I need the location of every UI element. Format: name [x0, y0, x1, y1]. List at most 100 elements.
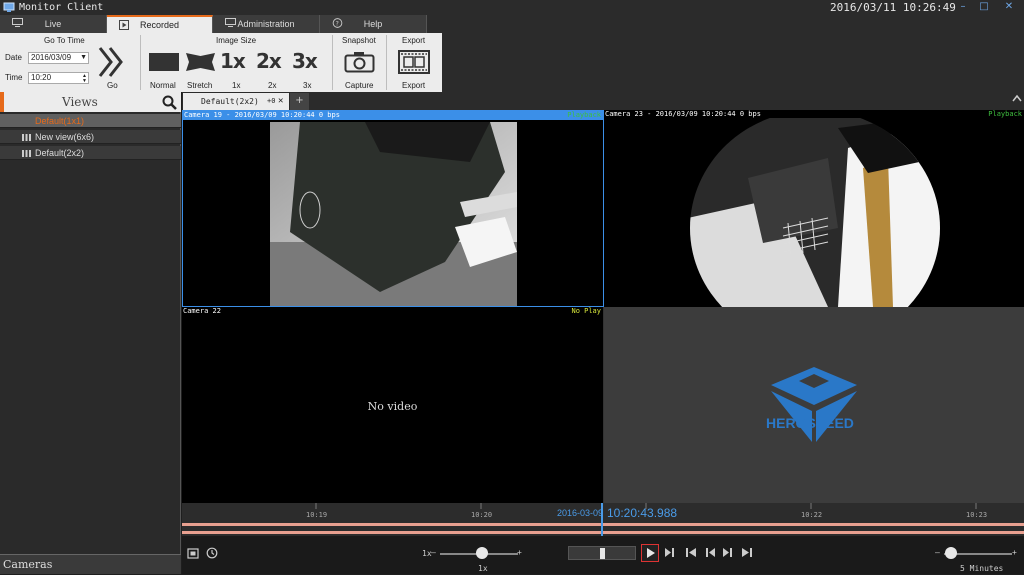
go-to-time-title: Go To Time — [44, 36, 85, 45]
jog-shuttle-thumb[interactable] — [600, 548, 605, 559]
chevron-down-icon: ▼ — [80, 54, 87, 61]
skip-to-start-icon[interactable] — [686, 548, 696, 557]
play-button[interactable] — [641, 544, 659, 562]
minimize-button[interactable]: – — [956, 1, 970, 13]
playhead[interactable] — [601, 503, 603, 536]
timeline-tick-label: 10:19 — [306, 511, 328, 519]
toolbar-divider — [332, 35, 333, 90]
next-segment-icon[interactable] — [723, 548, 732, 557]
timeline[interactable]: 10:19 10:20 10:22 10:23 2016-03-09 10:20… — [182, 503, 1024, 536]
view-tab-count: +0 — [267, 97, 276, 105]
capture-button[interactable]: Capture — [345, 81, 373, 90]
camera-icon[interactable] — [344, 51, 375, 73]
pane-label: Camera 22 — [183, 307, 221, 315]
current-date-label: 2016-03-09 — [557, 508, 604, 518]
cameras-header[interactable]: Cameras — [0, 554, 181, 574]
close-tab-icon[interactable]: ✕ — [278, 93, 283, 110]
camera-19-feed — [270, 122, 517, 306]
search-icon[interactable] — [162, 95, 177, 110]
film-strip-icon[interactable] — [398, 50, 430, 74]
tab-help[interactable]: ? Help — [320, 15, 427, 33]
jog-shuttle[interactable] — [568, 546, 636, 560]
camera-23-fisheye-feed — [690, 118, 940, 307]
views-title: Views — [62, 95, 98, 109]
tab-recorded[interactable]: Recorded — [107, 15, 213, 33]
date-picker[interactable]: 2016/03/09 ▼ — [28, 52, 89, 64]
video-pane-camera-23[interactable]: Camera 23 - 2016/03/09 10:20:44 0 bps Pl… — [604, 110, 1024, 307]
timeline-zoom-label: 5 Minutes — [960, 564, 1004, 573]
zoom-1x-icon[interactable]: 1x — [220, 49, 246, 73]
stretch-size-icon[interactable] — [185, 52, 216, 72]
next-frame-icon[interactable] — [665, 548, 674, 557]
system-clock: 2016/03/11 10:26:49 — [830, 1, 956, 14]
tab-help-label: Help — [363, 19, 383, 29]
app-title: Monitor Client — [19, 2, 104, 13]
pane-label: Camera 19 - 2016/03/09 10:20:44 0 bps — [184, 111, 340, 119]
image-size-title: Image Size — [216, 36, 257, 45]
stretch-size-button[interactable]: Stretch — [187, 81, 212, 90]
go-chevrons-icon[interactable] — [97, 46, 127, 78]
view-item-label: New view(6x6) — [35, 132, 95, 142]
speed-increase-button[interactable]: + — [517, 548, 522, 557]
zoom-3x-icon[interactable]: 3x — [292, 49, 318, 73]
add-tab-button[interactable]: + — [290, 93, 309, 110]
normal-size-icon[interactable] — [149, 53, 179, 71]
skip-to-end-icon[interactable] — [742, 548, 752, 557]
go-button-label[interactable]: Go — [107, 81, 118, 90]
maximize-button[interactable]: □ — [977, 1, 991, 13]
zoom-slider-thumb[interactable] — [945, 547, 957, 559]
video-pane-camera-19[interactable]: Camera 19 - 2016/03/09 10:20:44 0 bps Pl… — [182, 110, 604, 307]
app-logo-icon — [3, 2, 15, 12]
view-tab-bar: Default(2x2) +0 ✕ + — [182, 92, 1024, 110]
left-panel: Views Default(1x1) New view(6x6) Default… — [0, 92, 181, 574]
zoom-3x-button[interactable]: 3x — [303, 81, 311, 90]
toolbar-divider — [386, 35, 387, 90]
question-icon: ? — [332, 18, 343, 28]
grid-icon — [22, 134, 31, 141]
display-icon — [225, 18, 236, 27]
playback-controls: 1x – + 1x – + 5 Minutes — [182, 536, 1024, 574]
normal-size-button[interactable]: Normal — [150, 81, 176, 90]
monitor-icon — [12, 18, 23, 27]
export-button[interactable]: Export — [402, 81, 425, 90]
main-tab-bar: Live Recorded Administration ? Help — [0, 15, 1024, 33]
speed-decrease-button[interactable]: – — [431, 548, 436, 557]
tab-live[interactable]: Live — [0, 15, 107, 33]
zoom-in-button[interactable]: + — [1012, 548, 1017, 557]
time-value: 10:20 — [31, 73, 52, 82]
pane-label: Camera 23 - 2016/03/09 10:20:44 0 bps — [605, 110, 761, 118]
svg-text:?: ? — [336, 21, 339, 28]
view-item-default-2x2[interactable]: Default(2x2) — [0, 146, 181, 160]
toolbar-ribbon: Go To Time Date 2016/03/09 ▼ Time 10:20 … — [0, 33, 442, 92]
tab-administration-label: Administration — [237, 19, 295, 29]
view-item-new-view-6x6[interactable]: New view(6x6) — [0, 130, 181, 144]
zoom-2x-icon[interactable]: 2x — [256, 49, 282, 73]
close-button[interactable]: ✕ — [1002, 1, 1016, 13]
previous-segment-icon[interactable] — [706, 548, 715, 557]
view-item-label: Default(2x2) — [35, 148, 85, 158]
chevron-up-icon[interactable] — [1012, 94, 1022, 102]
video-pane-camera-22[interactable]: Camera 22 No Play No video — [182, 307, 604, 503]
zoom-2x-button[interactable]: 2x — [268, 81, 276, 90]
tab-administration[interactable]: Administration — [213, 15, 320, 33]
pane-status: No Play — [571, 307, 601, 315]
video-pane-empty[interactable]: HEROSPEED — [604, 307, 1024, 503]
play-icon — [119, 20, 129, 30]
view-tab-label: Default(2x2) — [201, 97, 259, 106]
brand-text: HEROSPEED — [766, 415, 854, 431]
view-tab-default-2x2[interactable]: Default(2x2) +0 ✕ — [183, 93, 289, 110]
zoom-out-button[interactable]: – — [935, 548, 940, 557]
time-spinner[interactable]: 10:20 ▲ ▼ — [28, 72, 89, 84]
toolbar-empty-area — [442, 33, 1024, 92]
spinner-arrows-icon: ▲ ▼ — [82, 73, 87, 84]
recording-bar — [182, 523, 1024, 526]
timeline-tick-label: 10:23 — [966, 511, 988, 519]
timeline-tick-label: 10:22 — [801, 511, 823, 519]
clock-icon[interactable] — [206, 547, 218, 559]
zoom-1x-button[interactable]: 1x — [232, 81, 240, 90]
timeline-tick-label: 10:20 — [471, 511, 493, 519]
view-item-default-1x1[interactable]: Default(1x1) — [0, 114, 181, 128]
speed-slider-thumb[interactable] — [476, 547, 488, 559]
recording-bar — [182, 531, 1024, 534]
fullscreen-icon[interactable] — [187, 548, 199, 559]
